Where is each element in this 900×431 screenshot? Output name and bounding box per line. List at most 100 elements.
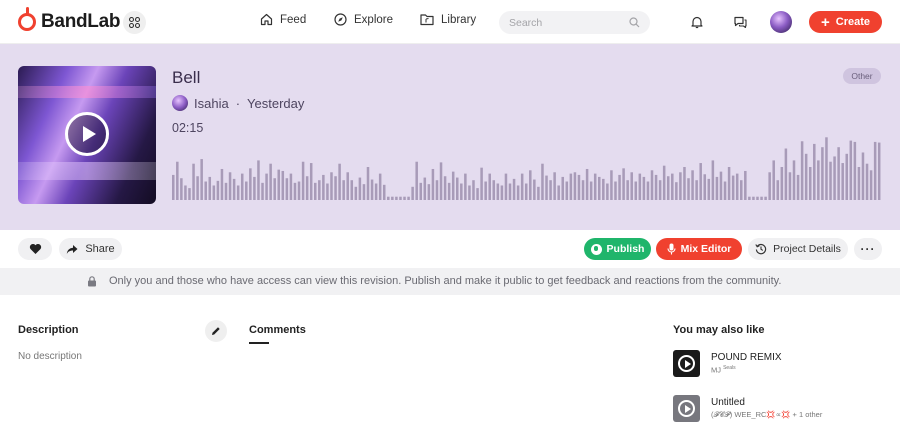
tab-comments[interactable]: Comments	[249, 324, 306, 336]
waveform-bar	[423, 177, 427, 200]
artist-avatar[interactable]	[172, 95, 188, 111]
waveform-bar	[184, 185, 187, 200]
waveform-bar	[387, 196, 390, 200]
play-button[interactable]	[65, 112, 109, 156]
create-button[interactable]: + Create	[809, 11, 882, 33]
share-label: Share	[85, 243, 115, 255]
recommendation-item[interactable]: POUND REMIX MJ Seals	[673, 350, 883, 378]
waveform-bar	[476, 188, 479, 200]
waveform-bar	[841, 163, 844, 200]
waveform-bar	[598, 176, 601, 200]
waveform-bar	[845, 153, 849, 200]
nav-library[interactable]: Library	[420, 13, 476, 26]
waveform-bar	[172, 174, 175, 200]
waveform-bar	[650, 170, 654, 200]
genre-badge: Other	[843, 68, 881, 84]
nav-feed[interactable]: Feed	[260, 13, 306, 26]
waveform-bar	[549, 180, 552, 200]
waveform-bar	[212, 185, 216, 200]
recommendation-artist-name[interactable]: MJ	[711, 366, 721, 375]
waveform-bar	[342, 180, 345, 200]
waveform-bar	[427, 184, 431, 200]
waveform-bar	[492, 180, 496, 200]
user-avatar[interactable]	[770, 11, 792, 33]
artist-name[interactable]: Isahia	[194, 96, 229, 111]
waveform-bar	[240, 173, 244, 200]
recommendation-title[interactable]: POUND REMIX	[711, 352, 782, 363]
share-button[interactable]: Share	[59, 238, 122, 260]
waveform-bar	[431, 168, 435, 200]
search-placeholder: Search	[509, 16, 543, 29]
waveform-bar	[817, 160, 820, 200]
waveform-bar	[460, 183, 463, 200]
waveform-bar	[861, 152, 865, 200]
nav-explore[interactable]: Explore	[334, 13, 393, 26]
waveform-bar	[585, 168, 589, 200]
waveform-bar	[382, 184, 386, 200]
waveform-bar	[192, 163, 195, 200]
project-details-button[interactable]: Project Details	[748, 238, 848, 260]
waveform-bar	[869, 170, 873, 200]
privacy-notice-text: Only you and those who have access can v…	[109, 275, 782, 287]
waveform-bar	[456, 177, 459, 200]
track-meta: Isahia · Yesterday	[172, 95, 304, 111]
publish-button[interactable]: Publish	[584, 238, 651, 260]
waveform-bar	[833, 156, 836, 200]
create-label: Create	[835, 16, 870, 28]
waveform-bar	[752, 196, 755, 200]
mix-editor-button[interactable]: Mix Editor	[656, 238, 742, 260]
play-icon	[678, 400, 695, 417]
waveform-bar	[224, 182, 228, 200]
description-text: No description	[18, 351, 82, 362]
search-input[interactable]: Search	[499, 11, 650, 34]
waveform-bar	[808, 167, 812, 200]
notifications-button[interactable]	[687, 12, 707, 32]
waveform-bar	[261, 182, 264, 200]
waveform-bar	[378, 173, 382, 200]
ellipsis-icon: ···	[860, 242, 876, 256]
edit-description-button[interactable]	[205, 320, 227, 342]
like-button[interactable]	[18, 238, 52, 260]
waveform-bar	[723, 181, 727, 200]
recommendation-artist: (𝓕𝓒𝓟) WEE_RC💢∝💢 + 1 other	[711, 410, 823, 419]
messages-button[interactable]	[730, 12, 750, 32]
waveform-bar	[415, 161, 418, 200]
apps-grid-button[interactable]	[123, 11, 146, 34]
nav-explore-label: Explore	[354, 13, 393, 26]
waveform-bar	[565, 181, 569, 200]
waveform-bar	[480, 167, 483, 200]
waveform-bar	[553, 172, 556, 200]
bandlab-logo-icon	[18, 7, 36, 31]
waveform-bar	[821, 147, 824, 200]
recommendation-thumbnail[interactable]	[673, 350, 700, 377]
more-options-button[interactable]: ···	[854, 238, 882, 260]
waveform-bar	[735, 173, 739, 200]
waveform-bar	[630, 172, 633, 200]
privacy-notice: Only you and those who have access can v…	[0, 268, 900, 295]
share-arrow-icon	[67, 244, 78, 254]
waveform-bar	[792, 160, 796, 200]
waveform-bar	[391, 196, 394, 200]
waveform-bar	[727, 167, 731, 200]
publish-label: Publish	[606, 243, 645, 255]
track-cover-art[interactable]	[18, 66, 156, 204]
waveform-bar	[451, 171, 455, 200]
posted-time: Yesterday	[247, 95, 305, 111]
bandlab-logo[interactable]: BandLab	[18, 7, 120, 33]
recommendation-item[interactable]: Untitled (𝓕𝓒𝓟) WEE_RC💢∝💢 + 1 other	[673, 395, 883, 423]
waveform-bar	[784, 148, 788, 200]
recommendation-title[interactable]: Untitled	[711, 397, 745, 408]
waveform[interactable]	[172, 134, 882, 200]
waveform-bar	[358, 177, 362, 200]
waveform-bar	[318, 180, 321, 200]
waveform-bar	[602, 178, 605, 200]
waveform-bar	[273, 178, 276, 200]
recommendation-artist: MJ Seals	[711, 365, 736, 375]
recommendation-thumbnail[interactable]	[673, 395, 700, 422]
waveform-bar	[675, 182, 678, 200]
waveform-bar	[853, 141, 857, 200]
waveform-bar	[314, 182, 317, 200]
search-icon	[629, 17, 640, 28]
waveform-bar	[593, 173, 597, 200]
waveform-bar	[829, 161, 832, 200]
